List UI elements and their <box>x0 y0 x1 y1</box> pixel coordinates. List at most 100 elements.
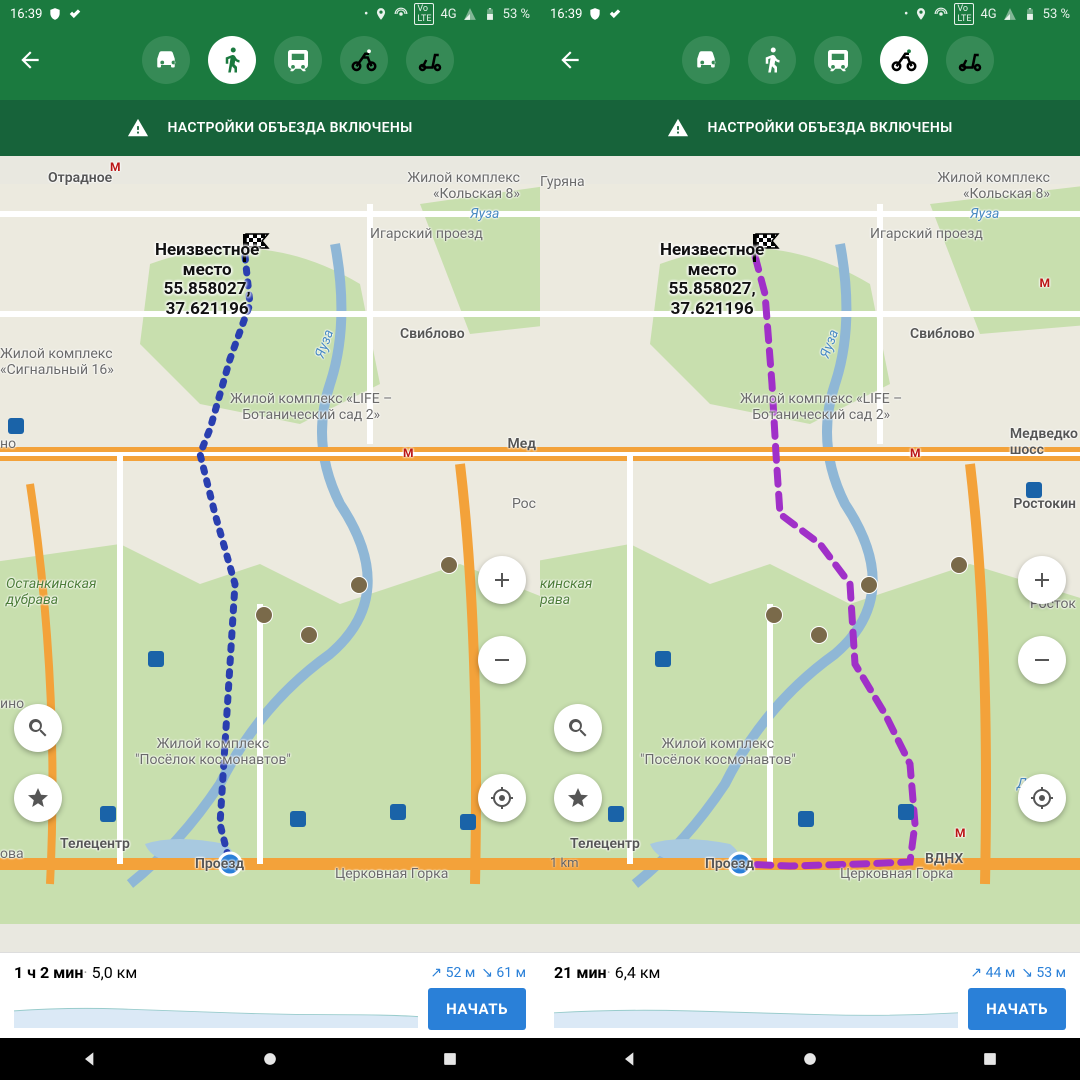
start-button[interactable]: НАЧАТЬ <box>968 988 1066 1030</box>
banner-text: НАСТРОЙКИ ОБЪЕЗДА ВКЛЮЧЕНЫ <box>167 120 412 136</box>
zoom-out-button[interactable] <box>1018 636 1066 684</box>
transit-stop-icon <box>608 806 624 822</box>
warning-icon <box>127 117 149 139</box>
elev-down: 53 м <box>1021 965 1066 981</box>
poi-icon <box>860 576 878 594</box>
location-icon <box>374 7 388 21</box>
route-distance: 5,0 км <box>83 963 137 982</box>
route-panel: 21 мин 6,4 км 44 м 53 м НАЧАТЬ <box>540 952 1080 1038</box>
mode-scooter[interactable] <box>406 36 454 84</box>
battery-icon <box>1023 7 1037 21</box>
poi-icon <box>765 606 783 624</box>
heart-icon <box>68 7 82 21</box>
map-canvas[interactable]: Гуряна Жилой комплекс «Кольская 8» Игарс… <box>540 156 1080 952</box>
destination-label: Неизвестное место 55.858027, 37.621196 <box>660 241 764 319</box>
nav-back-icon[interactable] <box>620 1049 640 1069</box>
shield-icon <box>48 7 62 21</box>
mode-walk[interactable] <box>208 36 256 84</box>
hotspot-icon <box>394 7 408 21</box>
mode-scooter[interactable] <box>946 36 994 84</box>
mode-bike[interactable] <box>340 36 388 84</box>
network-label: 4G <box>440 7 456 22</box>
signal-icon <box>463 7 477 21</box>
transit-stop-icon <box>1026 482 1042 498</box>
locate-button[interactable] <box>1018 774 1066 822</box>
heart-icon <box>608 7 622 21</box>
status-time: 16:39 <box>550 7 582 22</box>
transit-stop-icon <box>8 418 24 434</box>
detour-banner[interactable]: НАСТРОЙКИ ОБЪЕЗДА ВКЛЮЧЕНЫ <box>540 100 1080 156</box>
transit-stop-icon <box>898 804 914 820</box>
elevation-chart <box>554 990 958 1028</box>
location-icon <box>914 7 928 21</box>
zoom-in-button[interactable] <box>478 556 526 604</box>
battery-pct: 53 % <box>503 7 530 22</box>
locate-button[interactable] <box>478 774 526 822</box>
topbar <box>540 28 1080 100</box>
route-distance: 6,4 км <box>607 963 661 982</box>
back-button[interactable] <box>550 40 590 80</box>
mode-car[interactable] <box>142 36 190 84</box>
route-time: 1 ч 2 мин <box>14 963 83 982</box>
zoom-out-button[interactable] <box>478 636 526 684</box>
transit-stop-icon <box>655 651 671 667</box>
nav-home-icon[interactable] <box>260 1049 280 1069</box>
topbar <box>0 28 540 100</box>
battery-icon <box>483 7 497 21</box>
poi-icon <box>300 626 318 644</box>
volte-icon: VoLTE <box>954 3 974 25</box>
back-button[interactable] <box>10 40 50 80</box>
elev-up: 44 м <box>970 965 1015 981</box>
volte-icon: VoLTE <box>414 3 434 25</box>
bookmark-button[interactable] <box>14 774 62 822</box>
warning-icon <box>667 117 689 139</box>
map-tile <box>540 156 1080 952</box>
nav-home-icon[interactable] <box>800 1049 820 1069</box>
status-bar: 16:39 • VoLTE 4G 53 % <box>540 0 1080 28</box>
route-panel: 1 ч 2 мин 5,0 км 52 м 61 м НАЧАТЬ <box>0 952 540 1038</box>
destination-label: Неизвестное место 55.858027, 37.621196 <box>155 241 259 319</box>
poi-icon <box>440 556 458 574</box>
scale-label: 1 km <box>550 856 579 871</box>
elevation-chart <box>14 990 418 1028</box>
network-label: 4G <box>980 7 996 22</box>
mode-bike[interactable] <box>880 36 928 84</box>
transit-stop-icon <box>100 806 116 822</box>
transit-stop-icon <box>290 811 306 827</box>
poi-icon <box>950 556 968 574</box>
hotspot-icon <box>934 7 948 21</box>
search-button[interactable] <box>554 704 602 752</box>
detour-banner[interactable]: НАСТРОЙКИ ОБЪЕЗДА ВКЛЮЧЕНЫ <box>0 100 540 156</box>
zoom-in-button[interactable] <box>1018 556 1066 604</box>
transit-stop-icon <box>460 814 476 830</box>
poi-icon <box>255 606 273 624</box>
mode-transit[interactable] <box>814 36 862 84</box>
signal-icon <box>1003 7 1017 21</box>
transit-stop-icon <box>798 811 814 827</box>
elev-down: 61 м <box>481 965 526 981</box>
map-canvas[interactable]: Отрадное М Жилой комплекс «Кольская 8» И… <box>0 156 540 952</box>
transit-stop-icon <box>390 804 406 820</box>
android-navbar <box>0 1038 540 1080</box>
bookmark-button[interactable] <box>554 774 602 822</box>
elev-up: 52 м <box>430 965 475 981</box>
poi-icon <box>810 626 828 644</box>
mode-transit[interactable] <box>274 36 322 84</box>
search-button[interactable] <box>14 704 62 752</box>
banner-text: НАСТРОЙКИ ОБЪЕЗДА ВКЛЮЧЕНЫ <box>707 120 952 136</box>
nav-recent-icon[interactable] <box>440 1049 460 1069</box>
mode-walk[interactable] <box>748 36 796 84</box>
shield-icon <box>588 7 602 21</box>
start-button[interactable]: НАЧАТЬ <box>428 988 526 1030</box>
poi-icon <box>350 576 368 594</box>
status-bar: 16:39 • VoLTE 4G 53 % <box>0 0 540 28</box>
nav-recent-icon[interactable] <box>980 1049 1000 1069</box>
transit-stop-icon <box>148 651 164 667</box>
nav-back-icon[interactable] <box>80 1049 100 1069</box>
battery-pct: 53 % <box>1043 7 1070 22</box>
pane-left: 16:39 • VoLTE 4G 53 % НАСТРОЙКИ ОБЪЕЗДА … <box>0 0 540 1080</box>
status-time: 16:39 <box>10 7 42 22</box>
android-navbar <box>540 1038 1080 1080</box>
pane-right: 16:39 • VoLTE 4G 53 % НАСТРОЙКИ ОБЪЕЗДА … <box>540 0 1080 1080</box>
mode-car[interactable] <box>682 36 730 84</box>
